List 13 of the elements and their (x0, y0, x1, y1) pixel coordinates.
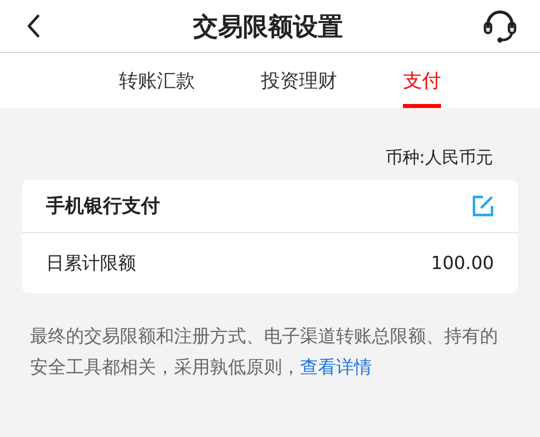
tab[interactable]: 投资理财 (261, 53, 337, 108)
card-title: 手机银行支付 (46, 194, 160, 219)
edit-icon[interactable] (472, 195, 494, 217)
limit-value: 100.00 (431, 252, 494, 274)
headset-icon[interactable] (482, 9, 518, 43)
limit-label: 日累计限额 (46, 252, 136, 275)
currency-label: 币种:人民币元 (384, 147, 494, 168)
page-title: 交易限额设置 (193, 10, 343, 42)
tab[interactable]: 转账汇款 (119, 53, 195, 108)
tab[interactable]: 支付 (403, 53, 441, 108)
back-icon[interactable] (26, 14, 40, 38)
note-text: 最终的交易限额和注册方式、电子渠道转账总限额、持有的安全工具都相关，采用孰低原则，查看详情 (30, 325, 499, 380)
details-link[interactable]: 查看详情 (300, 357, 372, 378)
